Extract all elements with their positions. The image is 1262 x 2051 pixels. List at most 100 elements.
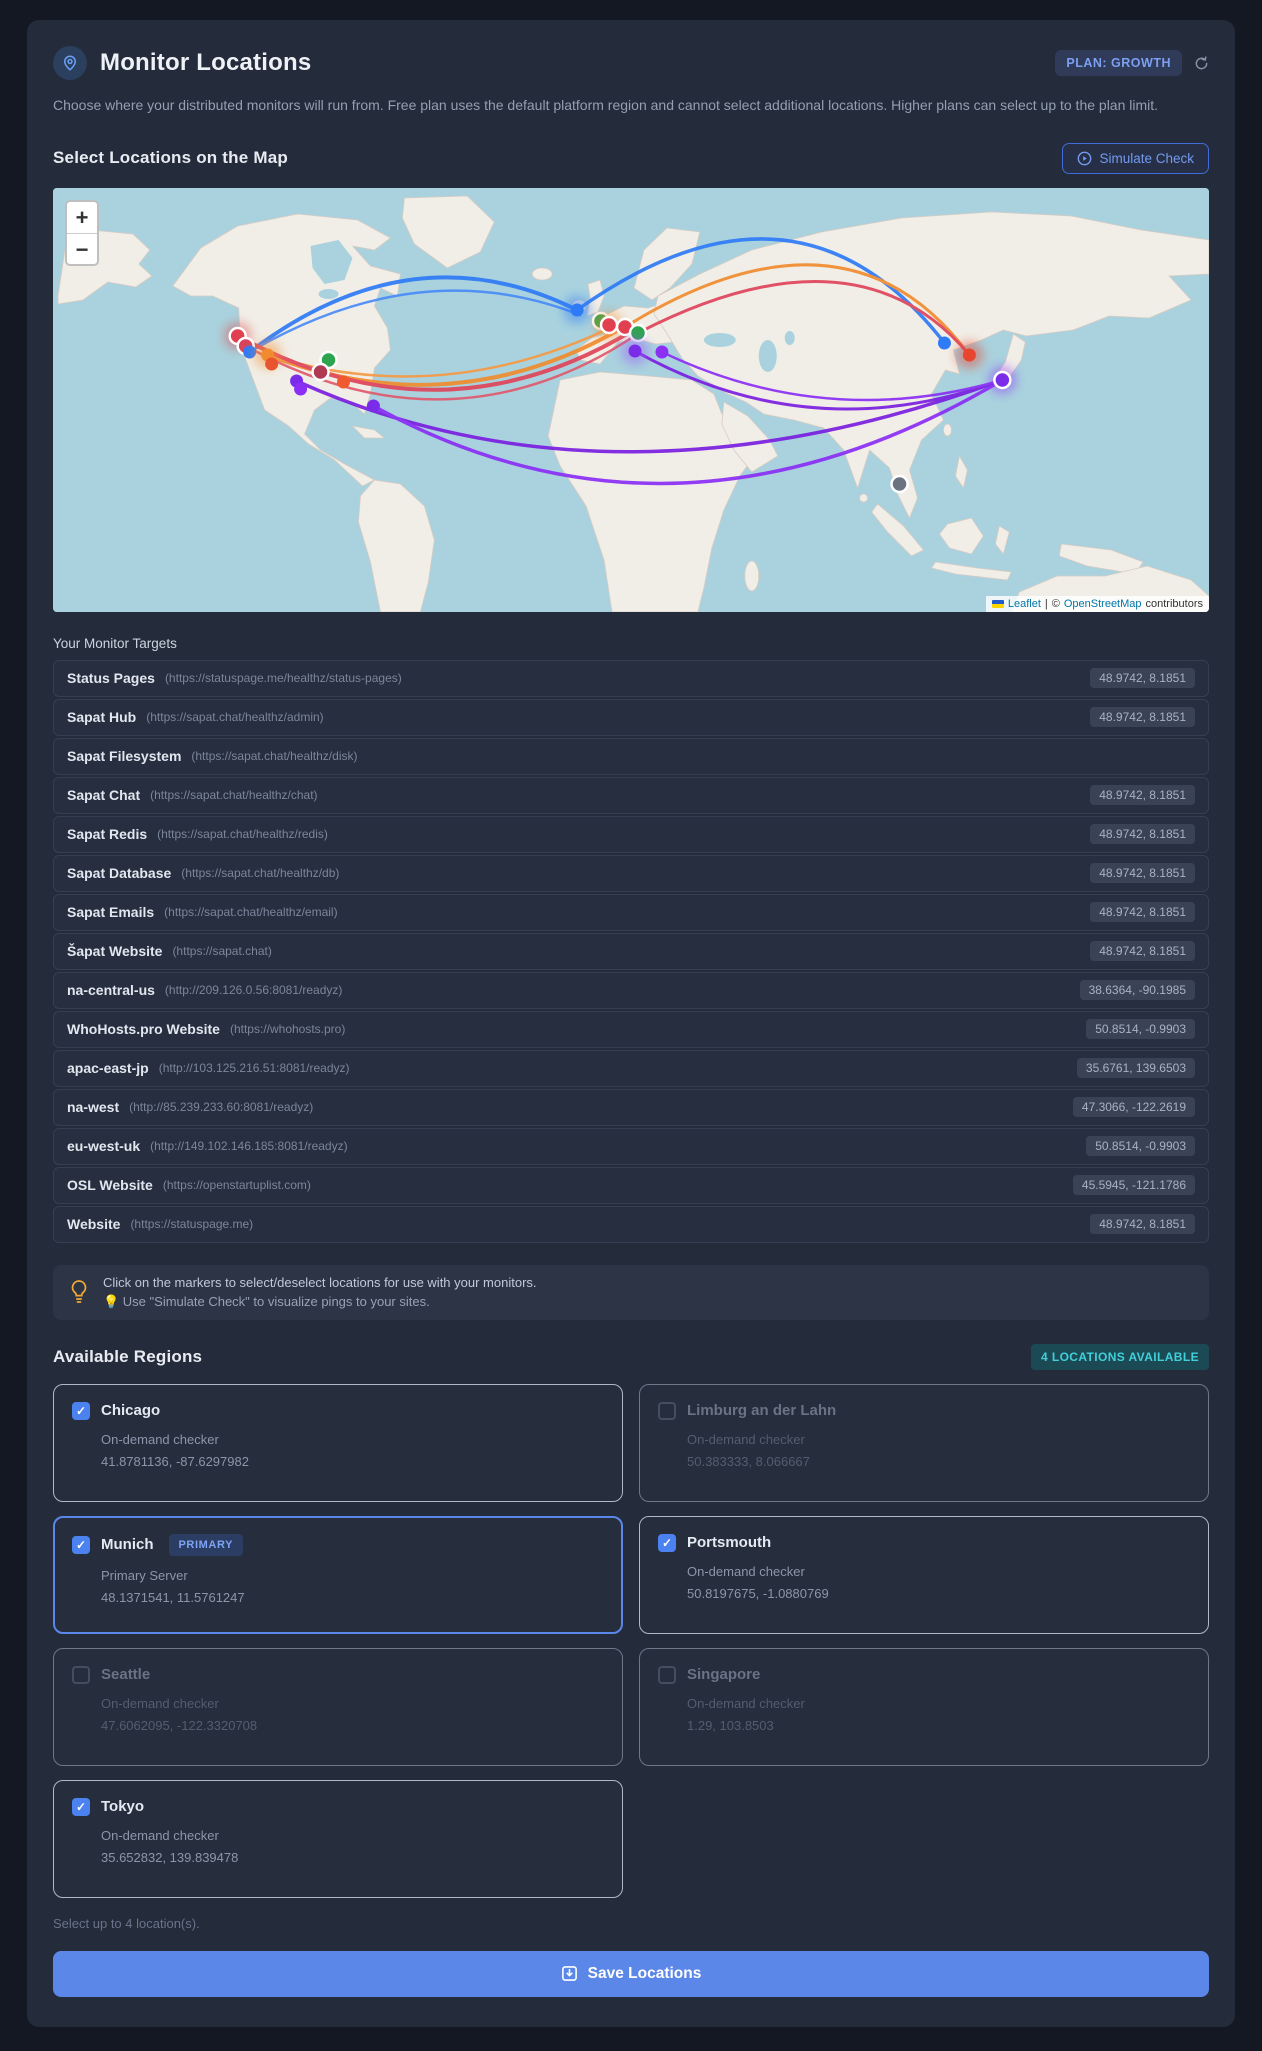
map-marker-red-us[interactable] <box>265 357 279 371</box>
world-map <box>53 187 1209 612</box>
target-coords-badge: 35.6761, 139.6503 <box>1076 1058 1195 1079</box>
region-checkbox[interactable] <box>658 1401 676 1420</box>
map-marker-purple-gulf[interactable] <box>366 399 380 413</box>
map-marker-singapore-gray[interactable] <box>890 474 909 493</box>
region-checkbox[interactable] <box>658 1665 676 1684</box>
target-url: (https://sapat.chat) <box>172 944 272 959</box>
leaflet-link[interactable]: Leaflet <box>1008 598 1041 610</box>
map-marker-orange-red-us[interactable] <box>337 375 350 389</box>
target-url: (https://sapat.chat/healthz/email) <box>164 905 338 920</box>
target-name: Sapat Filesystem <box>67 748 182 765</box>
target-row[interactable]: Sapat Hub (https://sapat.chat/healthz/ad… <box>53 698 1209 736</box>
target-row[interactable]: eu-west-uk (http://149.102.146.185:8081/… <box>53 1127 1209 1165</box>
target-row[interactable]: Website (https://statuspage.me) 48.9742,… <box>53 1205 1209 1243</box>
target-url: (https://sapat.chat/healthz/redis) <box>157 827 328 842</box>
region-type: On-demand checker <box>687 1695 805 1711</box>
map-marker-purple-us-2[interactable] <box>294 382 308 396</box>
plan-badge: PLAN: GROWTH <box>1055 50 1182 76</box>
target-url: (http://85.239.233.60:8081/readyz) <box>129 1100 314 1115</box>
zoom-in-button[interactable]: + <box>67 202 97 233</box>
play-circle-icon <box>1078 151 1092 166</box>
region-card[interactable]: Singapore On-demand checker 1.29, 103.85… <box>639 1647 1209 1766</box>
target-coords-badge: 47.3066, -122.2619 <box>1072 1097 1195 1118</box>
target-name: Sapat Redis <box>67 826 148 843</box>
map-attribution: Leaflet | © OpenStreetMap contributors <box>985 595 1209 612</box>
region-name: Chicago <box>101 1402 161 1420</box>
target-row[interactable]: na-west (http://85.239.233.60:8081/ready… <box>53 1088 1209 1126</box>
region-card[interactable]: ✓ Portsmouth On-demand checker 50.819767… <box>639 1515 1209 1634</box>
monitor-locations-panel: Monitor Locations PLAN: GROWTH Choose wh… <box>27 20 1235 2027</box>
target-coords-badge: 48.9742, 8.1851 <box>1090 824 1195 845</box>
target-url: (https://sapat.chat/healthz/disk) <box>191 749 358 764</box>
target-row[interactable]: Sapat Filesystem (https://sapat.chat/hea… <box>53 737 1209 775</box>
region-type: On-demand checker <box>101 1695 219 1711</box>
target-url: (https://whohosts.pro) <box>229 1022 346 1037</box>
region-name: Seattle <box>101 1666 151 1684</box>
region-checkbox[interactable]: ✓ <box>658 1533 676 1552</box>
map-marker-eu-purple-2[interactable] <box>655 345 669 359</box>
target-row[interactable]: apac-east-jp (http://103.125.216.51:8081… <box>53 1049 1209 1087</box>
map-marker-eu-red[interactable] <box>599 315 619 334</box>
target-row[interactable]: Sapat Redis (https://sapat.chat/healthz/… <box>53 815 1209 853</box>
target-coords-badge: 48.9742, 8.1851 <box>1090 902 1195 923</box>
target-coords-badge: 48.9742, 8.1851 <box>1090 707 1195 728</box>
target-name: apac-east-jp <box>67 1060 149 1077</box>
target-row[interactable]: Šapat Website (https://sapat.chat) 48.97… <box>53 932 1209 970</box>
map-marker-asia-blue[interactable] <box>937 336 951 350</box>
region-coords: 47.6062095, -122.3320708 <box>101 1717 258 1733</box>
region-cards: ✓ Chicago On-demand checker 41.8781136, … <box>53 1383 1209 1898</box>
target-coords-badge: 48.9742, 8.1851 <box>1090 941 1195 962</box>
region-card[interactable]: Limburg an der Lahn On-demand checker 50… <box>639 1383 1209 1502</box>
map-marker-eu-purple[interactable] <box>628 344 642 358</box>
target-row[interactable]: Sapat Chat (https://sapat.chat/healthz/c… <box>53 776 1209 814</box>
map-marker-na-central-maroon[interactable] <box>311 362 330 381</box>
leaflet-map[interactable]: + − Leaflet | © OpenStreetMap contributo… <box>53 187 1209 612</box>
target-coords-badge: 50.8514, -0.9903 <box>1086 1136 1195 1157</box>
lightbulb-icon <box>71 1280 87 1304</box>
locations-available-badge: 4 LOCATIONS AVAILABLE <box>1031 1343 1209 1370</box>
save-locations-button[interactable]: Save Locations <box>53 1950 1209 1997</box>
target-name: eu-west-uk <box>67 1138 141 1155</box>
region-checkbox[interactable]: ✓ <box>72 1401 90 1420</box>
target-coords-badge: 50.8514, -0.9903 <box>1086 1019 1195 1040</box>
location-pin-icon <box>53 46 87 80</box>
map-section-heading: Select Locations on the Map <box>53 148 288 168</box>
refresh-icon[interactable] <box>1194 55 1209 71</box>
target-coords-badge: 48.9742, 8.1851 <box>1090 1214 1195 1235</box>
region-card[interactable]: ✓ Chicago On-demand checker 41.8781136, … <box>53 1383 623 1502</box>
target-name: Sapat Hub <box>67 709 137 726</box>
region-type: On-demand checker <box>101 1827 219 1843</box>
selection-limit-note: Select up to 4 location(s). <box>53 1915 200 1931</box>
target-row[interactable]: Sapat Database (https://sapat.chat/healt… <box>53 854 1209 892</box>
target-url: (http://149.102.146.185:8081/readyz) <box>150 1139 348 1154</box>
target-url: (https://sapat.chat/healthz/db) <box>181 866 340 881</box>
simulate-check-button[interactable]: Simulate Check <box>1062 142 1209 174</box>
target-name: Sapat Database <box>67 865 172 882</box>
region-card[interactable]: ✓ Tokyo On-demand checker 35.652832, 139… <box>53 1779 623 1898</box>
map-marker-tokyo-purple[interactable] <box>993 370 1012 389</box>
region-card[interactable]: ✓ Munich PRIMARY Primary Server 48.13715… <box>53 1515 623 1634</box>
target-name: Sapat Chat <box>67 787 141 804</box>
target-coords-badge: 45.5945, -121.1786 <box>1072 1175 1195 1196</box>
zoom-out-button[interactable]: − <box>67 232 97 264</box>
map-marker-asia-red[interactable] <box>962 348 976 362</box>
page-description: Choose where your distributed monitors w… <box>53 97 1159 113</box>
target-name: na-west <box>67 1099 120 1116</box>
tip-box: Click on the markers to select/deselect … <box>53 1264 1209 1320</box>
region-checkbox[interactable] <box>72 1665 90 1684</box>
region-name: Portsmouth <box>687 1534 772 1552</box>
map-marker-uk-blue[interactable] <box>570 303 584 317</box>
region-checkbox[interactable]: ✓ <box>72 1797 90 1816</box>
target-url: (http://209.126.0.56:8081/readyz) <box>164 983 343 998</box>
target-row[interactable]: na-central-us (http://209.126.0.56:8081/… <box>53 971 1209 1009</box>
target-row[interactable]: WhoHosts.pro Website (https://whohosts.p… <box>53 1010 1209 1048</box>
target-row[interactable]: Status Pages (https://statuspage.me/heal… <box>53 659 1209 697</box>
region-checkbox[interactable]: ✓ <box>72 1535 90 1554</box>
target-row[interactable]: OSL Website (https://openstartuplist.com… <box>53 1166 1209 1204</box>
regions-heading: Available Regions <box>53 1346 203 1366</box>
target-row[interactable]: Sapat Emails (https://sapat.chat/healthz… <box>53 893 1209 931</box>
region-card[interactable]: Seattle On-demand checker 47.6062095, -1… <box>53 1647 623 1766</box>
primary-badge: PRIMARY <box>168 1533 244 1556</box>
osm-link[interactable]: OpenStreetMap <box>1064 598 1142 610</box>
targets-list: Status Pages (https://statuspage.me/heal… <box>53 659 1209 1243</box>
